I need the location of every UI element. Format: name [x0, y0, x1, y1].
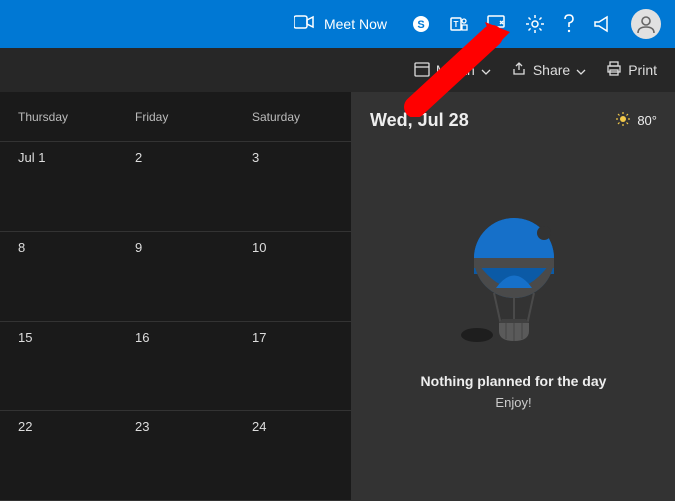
- col-header: Thursday: [0, 92, 117, 141]
- print-label: Print: [628, 62, 657, 78]
- account-avatar[interactable]: [631, 9, 661, 39]
- empty-subtitle: Enjoy!: [495, 395, 531, 410]
- calendar-day-cell[interactable]: 9: [117, 232, 234, 321]
- col-header: Saturday: [234, 92, 351, 141]
- main-area: Thursday Friday Saturday Jul 1 2 3 8 9 1…: [0, 92, 675, 501]
- print-button[interactable]: Print: [606, 61, 657, 80]
- app-topbar: Meet Now S T: [0, 0, 675, 48]
- selected-date-label: Wed, Jul 28: [370, 110, 469, 131]
- day-detail-panel: Wed, Jul 28 80°: [352, 92, 675, 501]
- calendar-day-cell[interactable]: 8: [0, 232, 117, 321]
- calendar-day-cell[interactable]: 16: [117, 322, 234, 411]
- detail-header: Wed, Jul 28 80°: [352, 92, 675, 143]
- view-toolbar: Month Share Print: [0, 48, 675, 92]
- calendar-day-cell[interactable]: Jul 1: [0, 142, 117, 231]
- print-icon: [606, 61, 622, 80]
- meet-now-label: Meet Now: [324, 16, 387, 32]
- calendar-day-cell[interactable]: 24: [234, 411, 351, 500]
- calendar-grid: Thursday Friday Saturday Jul 1 2 3 8 9 1…: [0, 92, 352, 501]
- chevron-down-icon: [481, 62, 491, 78]
- calendar-day-cell[interactable]: 10: [234, 232, 351, 321]
- calendar-week-row: 15 16 17: [0, 322, 351, 412]
- feedback-icon[interactable]: [487, 15, 507, 33]
- share-icon: [511, 61, 527, 80]
- sun-icon: [615, 111, 631, 130]
- calendar-day-cell[interactable]: 3: [234, 142, 351, 231]
- share-label: Share: [533, 62, 570, 78]
- share-button[interactable]: Share: [511, 61, 586, 80]
- calendar-day-cell[interactable]: 2: [117, 142, 234, 231]
- calendar-header-row: Thursday Friday Saturday: [0, 92, 351, 142]
- person-icon: [635, 13, 657, 35]
- empty-state: Nothing planned for the day Enjoy!: [352, 143, 675, 501]
- balloon-illustration: [459, 213, 569, 353]
- empty-title: Nothing planned for the day: [421, 373, 607, 389]
- settings-icon[interactable]: [525, 14, 545, 34]
- skype-icon[interactable]: S: [411, 14, 431, 34]
- svg-text:S: S: [417, 19, 424, 31]
- temperature-label: 80°: [637, 113, 657, 128]
- calendar-week-row: 8 9 10: [0, 232, 351, 322]
- svg-text:T: T: [454, 20, 459, 29]
- view-month-label: Month: [436, 62, 475, 78]
- calendar-day-cell[interactable]: 22: [0, 411, 117, 500]
- help-icon[interactable]: [563, 14, 575, 34]
- calendar-day-cell[interactable]: 23: [117, 411, 234, 500]
- calendar-day-cell[interactable]: 17: [234, 322, 351, 411]
- calendar-week-row: Jul 1 2 3: [0, 142, 351, 232]
- calendar-body: Jul 1 2 3 8 9 10 15 16 17 22 23 24: [0, 142, 351, 501]
- view-month-button[interactable]: Month: [414, 61, 491, 80]
- calendar-icon: [414, 61, 430, 80]
- meet-now-button[interactable]: Meet Now: [294, 15, 387, 34]
- calendar-day-cell[interactable]: 15: [0, 322, 117, 411]
- col-header: Friday: [117, 92, 234, 141]
- calendar-week-row: 22 23 24: [0, 411, 351, 501]
- chevron-down-icon: [576, 62, 586, 78]
- announce-icon[interactable]: [593, 15, 613, 33]
- weather-widget[interactable]: 80°: [615, 111, 657, 130]
- video-icon: [294, 15, 314, 34]
- teams-icon[interactable]: T: [449, 14, 469, 34]
